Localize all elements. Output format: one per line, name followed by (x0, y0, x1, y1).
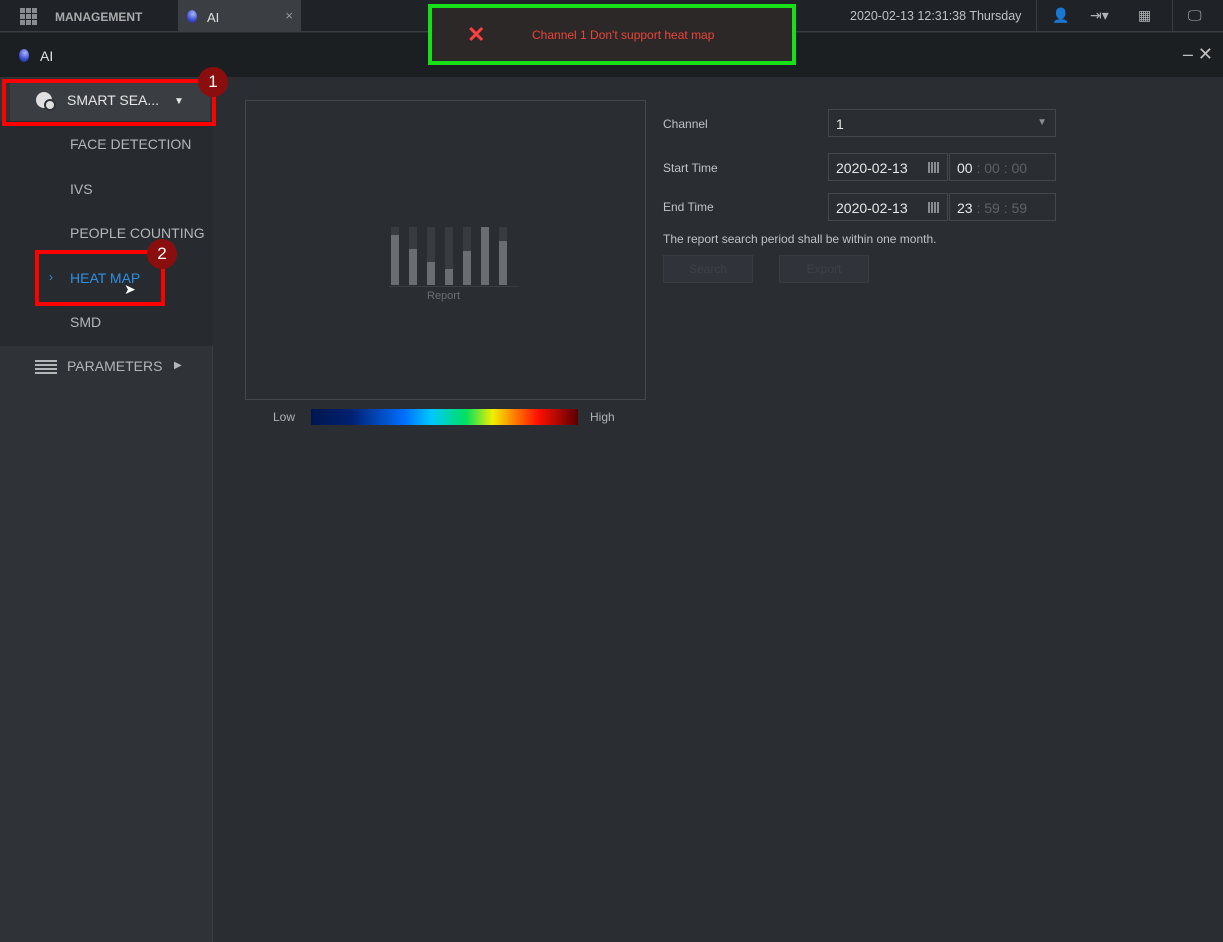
placeholder-bar (499, 227, 507, 285)
sidebar-item-ivs[interactable]: IVS (70, 181, 93, 197)
smart-search-submenu: FACE DETECTION IVS PEOPLE COUNTING › HEA… (0, 121, 213, 346)
chevron-down-icon: ▼ (1037, 117, 1047, 128)
annotation-box-1 (2, 79, 216, 126)
qr-code-icon[interactable]: ▦ (1138, 7, 1151, 24)
channel-label: Channel (663, 117, 708, 131)
end-time-input[interactable]: 23 : 59 : 59 (949, 193, 1056, 221)
divider (1036, 0, 1037, 32)
placeholder-bar (427, 227, 435, 285)
list-icon (35, 360, 57, 374)
management-tab[interactable]: MANAGEMENT (55, 10, 142, 24)
divider (1172, 0, 1173, 32)
caret-right-icon: ▶ (174, 360, 182, 371)
parameters-menu[interactable]: PARAMETERS ▶ (0, 346, 213, 386)
ai-orb-icon (187, 10, 197, 23)
search-period-note: The report search period shall be within… (663, 232, 937, 246)
placeholder-bar (463, 227, 471, 285)
start-time-input[interactable]: 00 : 00 : 00 (949, 153, 1056, 181)
report-placeholder-icon (389, 221, 519, 287)
mouse-cursor-icon: ➤ (124, 281, 136, 297)
annotation-box-2 (35, 250, 165, 306)
start-time-label: Start Time (663, 161, 718, 175)
main-menu-grid-icon[interactable] (20, 8, 37, 25)
placeholder-bar (481, 227, 489, 285)
placeholder-bar (409, 227, 417, 285)
end-date-input[interactable]: 2020-02-13 (828, 193, 948, 221)
end-second[interactable]: 59 (1012, 200, 1028, 216)
error-toast: ✕ Channel 1 Don't support heat map (428, 4, 796, 65)
end-date-value: 2020-02-13 (836, 200, 908, 216)
annotation-badge-2: 2 (147, 239, 177, 269)
ai-orb-icon (19, 49, 29, 62)
start-second[interactable]: 00 (1012, 160, 1028, 176)
parameters-label: PARAMETERS (67, 358, 163, 374)
end-time-label: End Time (663, 200, 714, 214)
legend-high: High (590, 410, 615, 424)
sidebar: SMART SEA... ▼ FACE DETECTION IVS PEOPLE… (0, 77, 213, 942)
calendar-icon[interactable] (928, 202, 940, 213)
sidebar-item-people-counting[interactable]: PEOPLE COUNTING (70, 225, 205, 241)
tab-ai[interactable]: AI × (178, 0, 301, 32)
logout-icon[interactable]: ⇥▾ (1090, 7, 1109, 24)
heatmap-preview: Report (245, 100, 646, 400)
window-controls[interactable]: – ✕ (1183, 44, 1213, 65)
placeholder-bar (391, 227, 399, 285)
heat-gradient-legend (311, 409, 578, 425)
start-date-input[interactable]: 2020-02-13 (828, 153, 948, 181)
search-button[interactable]: Search (663, 255, 753, 283)
annotation-badge-1: 1 (198, 67, 228, 97)
tab-close-icon[interactable]: × (285, 8, 293, 23)
minimize-icon[interactable]: – (1183, 44, 1193, 64)
export-button[interactable]: Export (779, 255, 869, 283)
sidebar-item-face-detection[interactable]: FACE DETECTION (70, 136, 191, 152)
start-date-value: 2020-02-13 (836, 160, 908, 176)
error-x-icon: ✕ (467, 22, 486, 47)
legend-low: Low (273, 410, 296, 424)
channel-select[interactable]: 1 ▼ (828, 109, 1056, 137)
user-icon[interactable]: 👤 (1052, 7, 1069, 24)
tab-ai-label: AI (207, 10, 220, 25)
report-placeholder-label: Report (427, 290, 461, 302)
end-hour[interactable]: 23 (957, 200, 973, 216)
window-title: AI (40, 48, 54, 64)
sidebar-item-smd[interactable]: SMD (70, 314, 101, 330)
display-icon[interactable]: 🖵 (1188, 7, 1202, 24)
close-icon[interactable]: ✕ (1198, 44, 1213, 64)
datetime: 2020-02-13 12:31:38 Thursday (850, 9, 1022, 23)
calendar-icon[interactable] (928, 162, 940, 173)
start-minute[interactable]: 00 (984, 160, 1000, 176)
channel-value: 1 (836, 116, 844, 132)
error-message: Channel 1 Don't support heat map (532, 28, 715, 42)
start-hour[interactable]: 00 (957, 160, 973, 176)
end-minute[interactable]: 59 (984, 200, 1000, 216)
placeholder-bar (445, 227, 453, 285)
